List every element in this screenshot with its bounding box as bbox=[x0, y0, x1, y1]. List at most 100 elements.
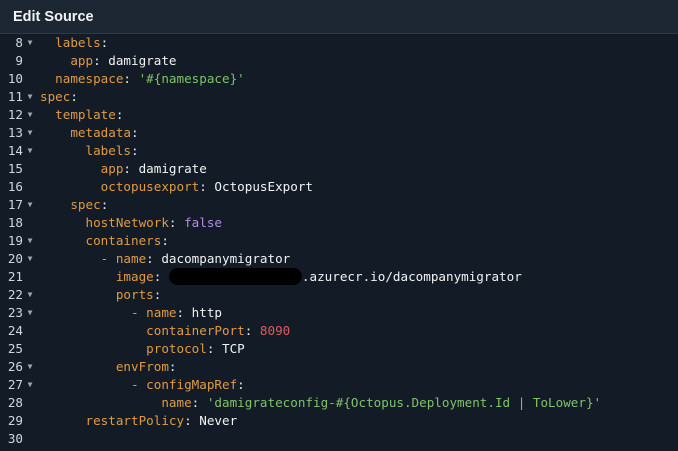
line-code: app: damigrate bbox=[40, 52, 176, 70]
line-number: 18 bbox=[7, 215, 23, 230]
code-token: : bbox=[168, 215, 185, 230]
line-number: 19 bbox=[7, 233, 23, 248]
line-number: 28 bbox=[7, 395, 23, 410]
code-line[interactable]: 20 ▼ - name: dacompanymigrator bbox=[0, 250, 678, 268]
code-token: app bbox=[100, 161, 124, 176]
fold-toggle-icon[interactable]: ▼ bbox=[25, 250, 35, 268]
line-number: 21 bbox=[7, 269, 23, 284]
line-code: - name: dacompanymigrator bbox=[40, 250, 291, 268]
code-line[interactable]: 28 name: 'damigrateconfig-#{Octopus.Depl… bbox=[0, 394, 678, 412]
line-number: 11 bbox=[7, 89, 23, 104]
code-line[interactable]: 21 image: .azurecr.io/dacompanymigrator bbox=[0, 268, 678, 286]
line-code: namespace: '#{namespace}' bbox=[40, 70, 245, 88]
code-token: metadata bbox=[70, 125, 132, 140]
code-token: namespace bbox=[55, 71, 124, 86]
code-token: TCP bbox=[222, 341, 245, 356]
code-line[interactable]: 9 app: damigrate bbox=[0, 52, 678, 70]
fold-toggle-icon[interactable]: ▼ bbox=[25, 376, 35, 394]
code-line[interactable]: 23 ▼ - name: http bbox=[0, 304, 678, 322]
line-code: ports: bbox=[40, 286, 162, 304]
code-token: dacompanymigrator bbox=[161, 251, 291, 266]
line-code: - configMapRef: bbox=[40, 376, 245, 394]
fold-toggle-icon[interactable]: ▼ bbox=[25, 232, 35, 250]
code-editor[interactable]: 8 ▼ labels: 9 app: damigrate 10 namespace: … bbox=[0, 34, 678, 451]
code-token: OctopusExport bbox=[214, 179, 313, 194]
code-line[interactable]: 10 namespace: '#{namespace}' bbox=[0, 70, 678, 88]
line-code: restartPolicy: Never bbox=[40, 412, 238, 430]
code-line[interactable]: 11 ▼ spec: bbox=[0, 88, 678, 106]
code-token: : bbox=[206, 341, 222, 356]
line-code: octopusexport: OctopusExport bbox=[40, 178, 313, 196]
code-token: : bbox=[153, 269, 169, 284]
code-token: labels bbox=[55, 35, 101, 50]
line-code: labels: bbox=[40, 142, 139, 160]
line-number: 25 bbox=[7, 341, 23, 356]
code-line[interactable]: 27 ▼ - configMapRef: bbox=[0, 376, 678, 394]
code-line[interactable]: 8 ▼ labels: bbox=[0, 34, 678, 52]
line-number: 24 bbox=[7, 323, 23, 338]
code-line[interactable]: 15 app: damigrate bbox=[0, 160, 678, 178]
line-number: 14 bbox=[7, 143, 23, 158]
line-number: 30 bbox=[7, 431, 23, 446]
line-number: 15 bbox=[7, 161, 23, 176]
code-token: hostNetwork bbox=[85, 215, 169, 230]
code-line[interactable]: 18 hostNetwork: false bbox=[0, 214, 678, 232]
dialog-title: Edit Source bbox=[13, 8, 94, 25]
code-token: : bbox=[70, 89, 78, 104]
code-line[interactable]: 17 ▼ spec: bbox=[0, 196, 678, 214]
code-token: : bbox=[123, 161, 139, 176]
line-code: template: bbox=[40, 106, 123, 124]
code-token: app bbox=[70, 53, 94, 68]
dialog-header: Edit Source bbox=[0, 0, 678, 34]
code-token: http bbox=[191, 305, 223, 320]
code-token: - name bbox=[100, 251, 147, 266]
code-token: : bbox=[146, 251, 162, 266]
code-line[interactable]: 25 protocol: TCP bbox=[0, 340, 678, 358]
fold-toggle-icon[interactable]: ▼ bbox=[25, 106, 35, 124]
code-token: Never bbox=[199, 413, 238, 428]
line-code: spec: bbox=[40, 88, 78, 106]
code-lines[interactable]: 8 ▼ labels: 9 app: damigrate 10 namespace: … bbox=[0, 34, 678, 448]
code-token: : bbox=[237, 377, 245, 392]
code-line[interactable]: 12 ▼ template: bbox=[0, 106, 678, 124]
fold-toggle-icon[interactable]: ▼ bbox=[25, 34, 35, 52]
fold-toggle-icon[interactable]: ▼ bbox=[25, 196, 35, 214]
code-line[interactable]: 29 restartPolicy: Never bbox=[0, 412, 678, 430]
code-line[interactable]: 13 ▼ metadata: bbox=[0, 124, 678, 142]
line-number: 8 bbox=[15, 35, 23, 50]
code-token: spec bbox=[70, 197, 101, 212]
line-number: 22 bbox=[7, 287, 23, 302]
fold-toggle-icon[interactable]: ▼ bbox=[25, 286, 35, 304]
code-token: - configMapRef bbox=[131, 377, 238, 392]
line-number: 16 bbox=[7, 179, 23, 194]
code-line[interactable]: 24 containerPort: 8090 bbox=[0, 322, 678, 340]
code-token: : bbox=[161, 233, 169, 248]
line-number: 9 bbox=[15, 53, 23, 68]
code-token: : bbox=[168, 359, 177, 374]
code-line[interactable]: 16 octopusexport: OctopusExport bbox=[0, 178, 678, 196]
fold-toggle-icon[interactable]: ▼ bbox=[25, 88, 35, 106]
code-token: - name bbox=[131, 305, 177, 320]
redacted-registry-name bbox=[168, 268, 302, 285]
code-token: protocol bbox=[146, 341, 207, 356]
fold-toggle-icon[interactable]: ▼ bbox=[25, 358, 35, 376]
code-token: : bbox=[123, 71, 139, 86]
fold-toggle-icon[interactable]: ▼ bbox=[25, 304, 35, 322]
code-token: template bbox=[55, 107, 116, 122]
code-token: false bbox=[184, 215, 222, 230]
code-token: : bbox=[191, 395, 207, 410]
line-code: labels: bbox=[40, 34, 108, 52]
fold-toggle-icon[interactable]: ▼ bbox=[25, 142, 35, 160]
code-token: image bbox=[115, 269, 154, 284]
code-line[interactable]: 14 ▼ labels: bbox=[0, 142, 678, 160]
code-token: spec bbox=[40, 89, 71, 104]
code-token: '#{namespace}' bbox=[138, 71, 245, 86]
code-token: containerPort bbox=[146, 323, 245, 338]
code-line[interactable]: 19 ▼ containers: bbox=[0, 232, 678, 250]
code-line[interactable]: 30 bbox=[0, 430, 678, 448]
line-number: 27 bbox=[7, 377, 23, 392]
line-code: metadata: bbox=[40, 124, 138, 142]
code-line[interactable]: 26 ▼ envFrom: bbox=[0, 358, 678, 376]
code-line[interactable]: 22 ▼ ports: bbox=[0, 286, 678, 304]
fold-toggle-icon[interactable]: ▼ bbox=[25, 124, 35, 142]
